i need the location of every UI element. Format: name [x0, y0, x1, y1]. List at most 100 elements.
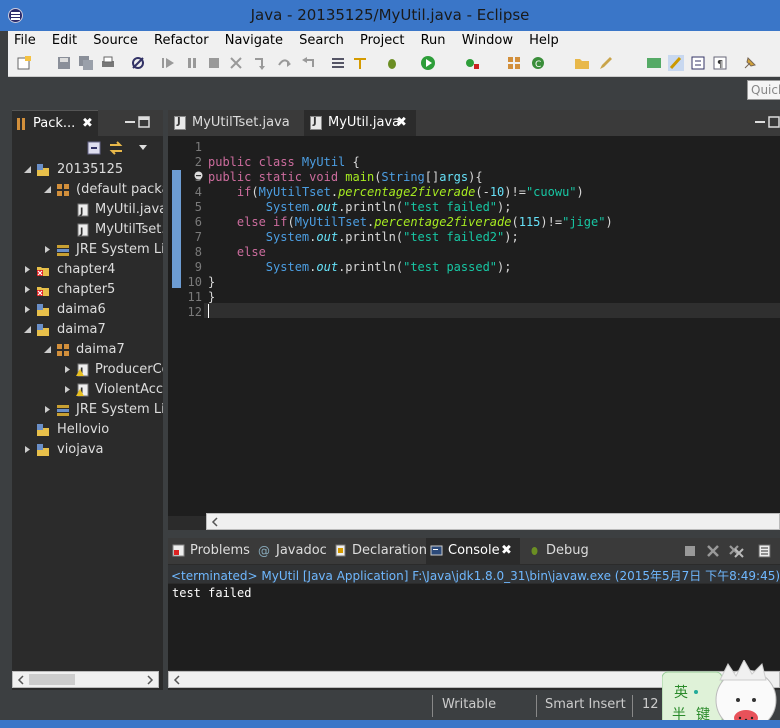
package-icon — [57, 184, 69, 196]
menu-navigate[interactable]: Navigate — [219, 31, 289, 48]
edit-pen-icon[interactable] — [598, 55, 614, 71]
collapse-all-icon[interactable] — [86, 140, 102, 156]
step-over-icon[interactable] — [276, 55, 292, 71]
tab-problems[interactable]: Problems — [168, 538, 250, 564]
menu-source[interactable]: Source — [87, 31, 144, 48]
tree-item[interactable]: J MyUtil.java — [20, 200, 163, 220]
resume-icon[interactable] — [160, 55, 176, 71]
expand-arrow-icon[interactable] — [44, 346, 51, 353]
collapse-arrow-icon[interactable] — [24, 446, 31, 453]
collapse-arrow-icon[interactable] — [24, 286, 31, 293]
skip-breakpoints-icon[interactable] — [130, 55, 146, 71]
close-icon[interactable]: ✖ — [82, 116, 93, 131]
use-step-filters-icon[interactable] — [352, 55, 368, 71]
print-icon[interactable] — [100, 55, 116, 71]
svg-text:¶: ¶ — [717, 59, 723, 70]
tree-item[interactable]: JRE System Library — [20, 240, 163, 260]
remove-all-terminated-icon[interactable] — [728, 544, 744, 558]
drop-to-frame-icon[interactable] — [330, 55, 346, 71]
console-output[interactable]: test failed — [168, 584, 780, 670]
collapse-arrow-icon[interactable] — [64, 366, 71, 373]
tree-item-label: 20135125 — [57, 162, 124, 177]
explorer-horizontal-scrollbar[interactable] — [12, 671, 159, 688]
tree-item-label: daima7 — [57, 322, 106, 337]
new-java-package-icon[interactable] — [506, 55, 522, 71]
scroll-left-icon[interactable] — [17, 675, 25, 685]
new-java-class-icon[interactable]: C — [530, 55, 546, 71]
collapse-arrow-icon[interactable] — [44, 246, 51, 253]
tree-item[interactable]: J ViolentAccess.java — [20, 380, 163, 400]
fold-collapse-icon[interactable] — [194, 171, 203, 180]
menu-project[interactable]: Project — [354, 31, 410, 48]
code-line: else if(MyUtilTset.percentage2fiverade(1… — [236, 215, 613, 229]
view-menu-icon[interactable] — [138, 142, 148, 152]
tab-console[interactable]: Console ✖ — [426, 538, 520, 564]
mark-occurrences-icon[interactable] — [668, 55, 684, 71]
line-number: 10 — [187, 275, 202, 289]
code-area[interactable]: 1 2 3 4 5 6 7 8 9 10 11 12 public class … — [168, 136, 780, 516]
scroll-thumb[interactable] — [29, 674, 75, 685]
new-icon[interactable] — [16, 55, 32, 71]
save-icon[interactable] — [56, 55, 72, 71]
tab-javadoc[interactable]: @ Javadoc — [254, 538, 328, 564]
disconnect-icon[interactable] — [228, 55, 244, 71]
remove-launch-icon[interactable] — [706, 544, 720, 558]
javadoc-icon: @ — [258, 544, 270, 557]
minimize-icon[interactable] — [754, 116, 766, 128]
tab-debug[interactable]: Debug — [524, 538, 590, 564]
link-with-editor-icon[interactable] — [108, 140, 124, 156]
close-icon[interactable]: ✖ — [396, 115, 407, 130]
tab-myutil[interactable]: MyUtil.java ✖ — [304, 110, 416, 136]
menu-search[interactable]: Search — [293, 31, 350, 48]
console-options-icon[interactable] — [758, 544, 772, 558]
tree-item[interactable]: (default package) — [20, 180, 163, 200]
scroll-left-icon[interactable] — [211, 517, 219, 527]
collapse-arrow-icon[interactable] — [24, 306, 31, 313]
collapse-arrow-icon[interactable] — [24, 266, 31, 273]
tree-item[interactable]: JRE System Library — [20, 400, 163, 420]
tree-item-label: JRE System Library — [76, 242, 163, 257]
tree-item[interactable]: J MyUtilTset.java — [20, 220, 163, 240]
menu-help[interactable]: Help — [523, 31, 565, 48]
open-type-icon[interactable] — [646, 55, 662, 71]
package-explorer-label: Pack... — [33, 116, 76, 131]
block-selection-icon[interactable] — [690, 55, 706, 71]
save-all-icon[interactable] — [78, 55, 94, 71]
terminate-icon[interactable] — [206, 55, 222, 71]
tab-declaration[interactable]: Declaration — [330, 538, 427, 564]
tree-item[interactable]: J ProducerConsumer.java — [20, 360, 163, 380]
show-whitespace-icon[interactable]: ¶ — [712, 55, 728, 71]
package-explorer-tab[interactable]: Pack... ✖ — [12, 110, 98, 136]
minimize-icon[interactable] — [124, 116, 136, 128]
run-icon[interactable] — [420, 55, 436, 71]
library-icon — [57, 245, 69, 256]
collapse-arrow-icon[interactable] — [44, 406, 51, 413]
expand-arrow-icon[interactable] — [24, 166, 31, 173]
step-into-icon[interactable] — [252, 55, 268, 71]
menu-file[interactable]: File — [8, 31, 42, 48]
scroll-right-icon[interactable] — [146, 675, 154, 685]
pin-icon[interactable] — [742, 55, 758, 71]
ime-widget[interactable]: 英 半 键 — [662, 660, 780, 728]
menu-refactor[interactable]: Refactor — [148, 31, 215, 48]
collapse-arrow-icon[interactable] — [64, 386, 71, 393]
menu-edit[interactable]: Edit — [46, 31, 83, 48]
scroll-left-icon[interactable] — [173, 675, 181, 685]
maximize-icon[interactable] — [138, 116, 150, 128]
close-icon[interactable]: ✖ — [501, 543, 512, 558]
suspend-icon[interactable] — [184, 55, 200, 71]
external-tools-icon[interactable] — [464, 55, 480, 71]
maximize-icon[interactable] — [768, 116, 780, 128]
tab-myutiltset[interactable]: MyUtilTset.java — [168, 110, 300, 136]
open-folder-icon[interactable] — [574, 55, 590, 71]
menu-run[interactable]: Run — [415, 31, 452, 48]
quick-access-input[interactable]: Quick — [747, 80, 780, 100]
project-error-icon — [37, 267, 49, 276]
debug-icon[interactable] — [384, 55, 400, 71]
expand-arrow-icon[interactable] — [44, 186, 51, 193]
expand-arrow-icon[interactable] — [24, 326, 31, 333]
step-return-icon[interactable] — [300, 55, 316, 71]
menu-window[interactable]: Window — [456, 31, 519, 48]
terminate-icon[interactable] — [684, 545, 696, 557]
editor-horizontal-scrollbar[interactable] — [206, 513, 780, 530]
